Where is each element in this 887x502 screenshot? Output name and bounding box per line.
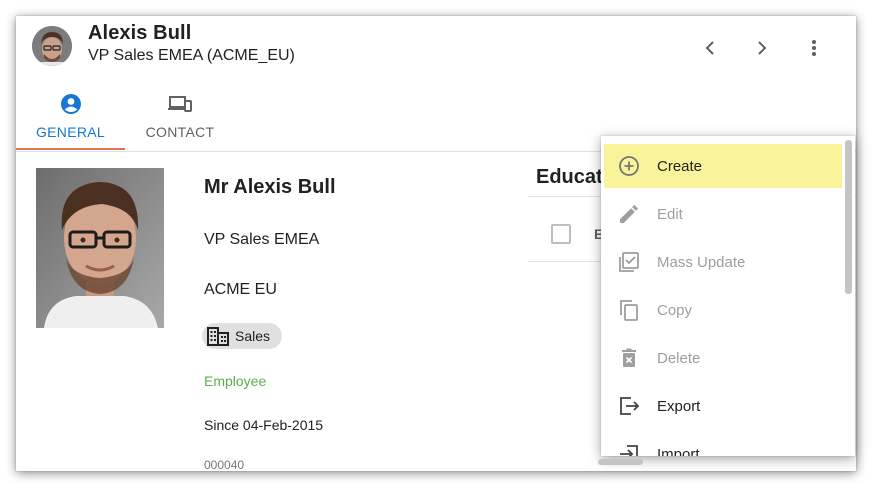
menu-vertical-scrollbar[interactable] <box>845 140 852 294</box>
tab-contact-label: CONTACT <box>145 124 215 140</box>
menu-item-label: Mass Update <box>657 253 746 271</box>
menu-item-delete[interactable]: Delete <box>601 336 842 380</box>
select-all-checkbox[interactable] <box>551 224 571 244</box>
menu-item-copy[interactable]: Copy <box>601 288 842 332</box>
chevron-right-icon <box>758 41 767 55</box>
trash-icon <box>617 346 641 370</box>
menu-item-label: Export <box>657 397 701 415</box>
menu-item-label: Delete <box>657 349 701 367</box>
previous-button[interactable] <box>698 36 722 60</box>
building-icon <box>207 327 229 346</box>
more-options-button[interactable] <box>802 36 826 60</box>
chevron-left-icon <box>705 41 714 55</box>
tab-contact[interactable]: CONTACT <box>130 92 230 152</box>
employee-id: 000040 <box>204 458 245 471</box>
header-subtitle: VP Sales EMEA (ACME_EU) <box>88 47 295 64</box>
menu-item-label: Copy <box>657 301 693 319</box>
mass-update-icon <box>617 250 641 274</box>
avatar <box>32 26 72 66</box>
import-icon <box>617 442 641 456</box>
actions-menu: Create Edit Mass Update Copy Delete Expo… <box>601 136 855 456</box>
next-button[interactable] <box>750 36 774 60</box>
menu-horizontal-scrollbar[interactable] <box>598 459 643 465</box>
tab-indicator <box>16 148 125 150</box>
profile-name: Mr Alexis Bull <box>204 176 336 198</box>
since-date: Since 04-Feb-2015 <box>204 417 324 433</box>
education-title: Educati <box>536 166 609 188</box>
menu-item-label: Edit <box>657 205 683 223</box>
add-circle-outline-icon <box>617 154 641 178</box>
department-chip[interactable]: Sales <box>202 323 283 349</box>
pencil-icon <box>617 202 641 226</box>
account-circle-icon <box>59 92 83 116</box>
menu-item-export[interactable]: Export <box>601 384 842 428</box>
export-icon <box>617 394 641 418</box>
status-label: Employee <box>204 373 267 389</box>
tab-general[interactable]: GENERAL <box>16 92 125 152</box>
profile-job-title: VP Sales EMEA <box>204 231 320 248</box>
department-label: Sales <box>235 328 271 344</box>
menu-item-import[interactable]: Import <box>601 432 842 456</box>
profile-company: ACME EU <box>204 281 277 298</box>
profile-photo <box>36 168 164 328</box>
menu-item-edit[interactable]: Edit <box>601 192 842 236</box>
devices-icon <box>167 92 193 116</box>
header-name: Alexis Bull <box>88 22 192 44</box>
copy-icon <box>617 298 641 322</box>
menu-item-label: Import <box>657 445 700 457</box>
more-vert-icon <box>812 40 816 56</box>
menu-item-label: Create <box>657 157 703 175</box>
menu-item-create[interactable]: Create <box>604 144 842 188</box>
menu-item-mass-update[interactable]: Mass Update <box>601 240 842 284</box>
tab-general-label: GENERAL <box>35 124 105 140</box>
